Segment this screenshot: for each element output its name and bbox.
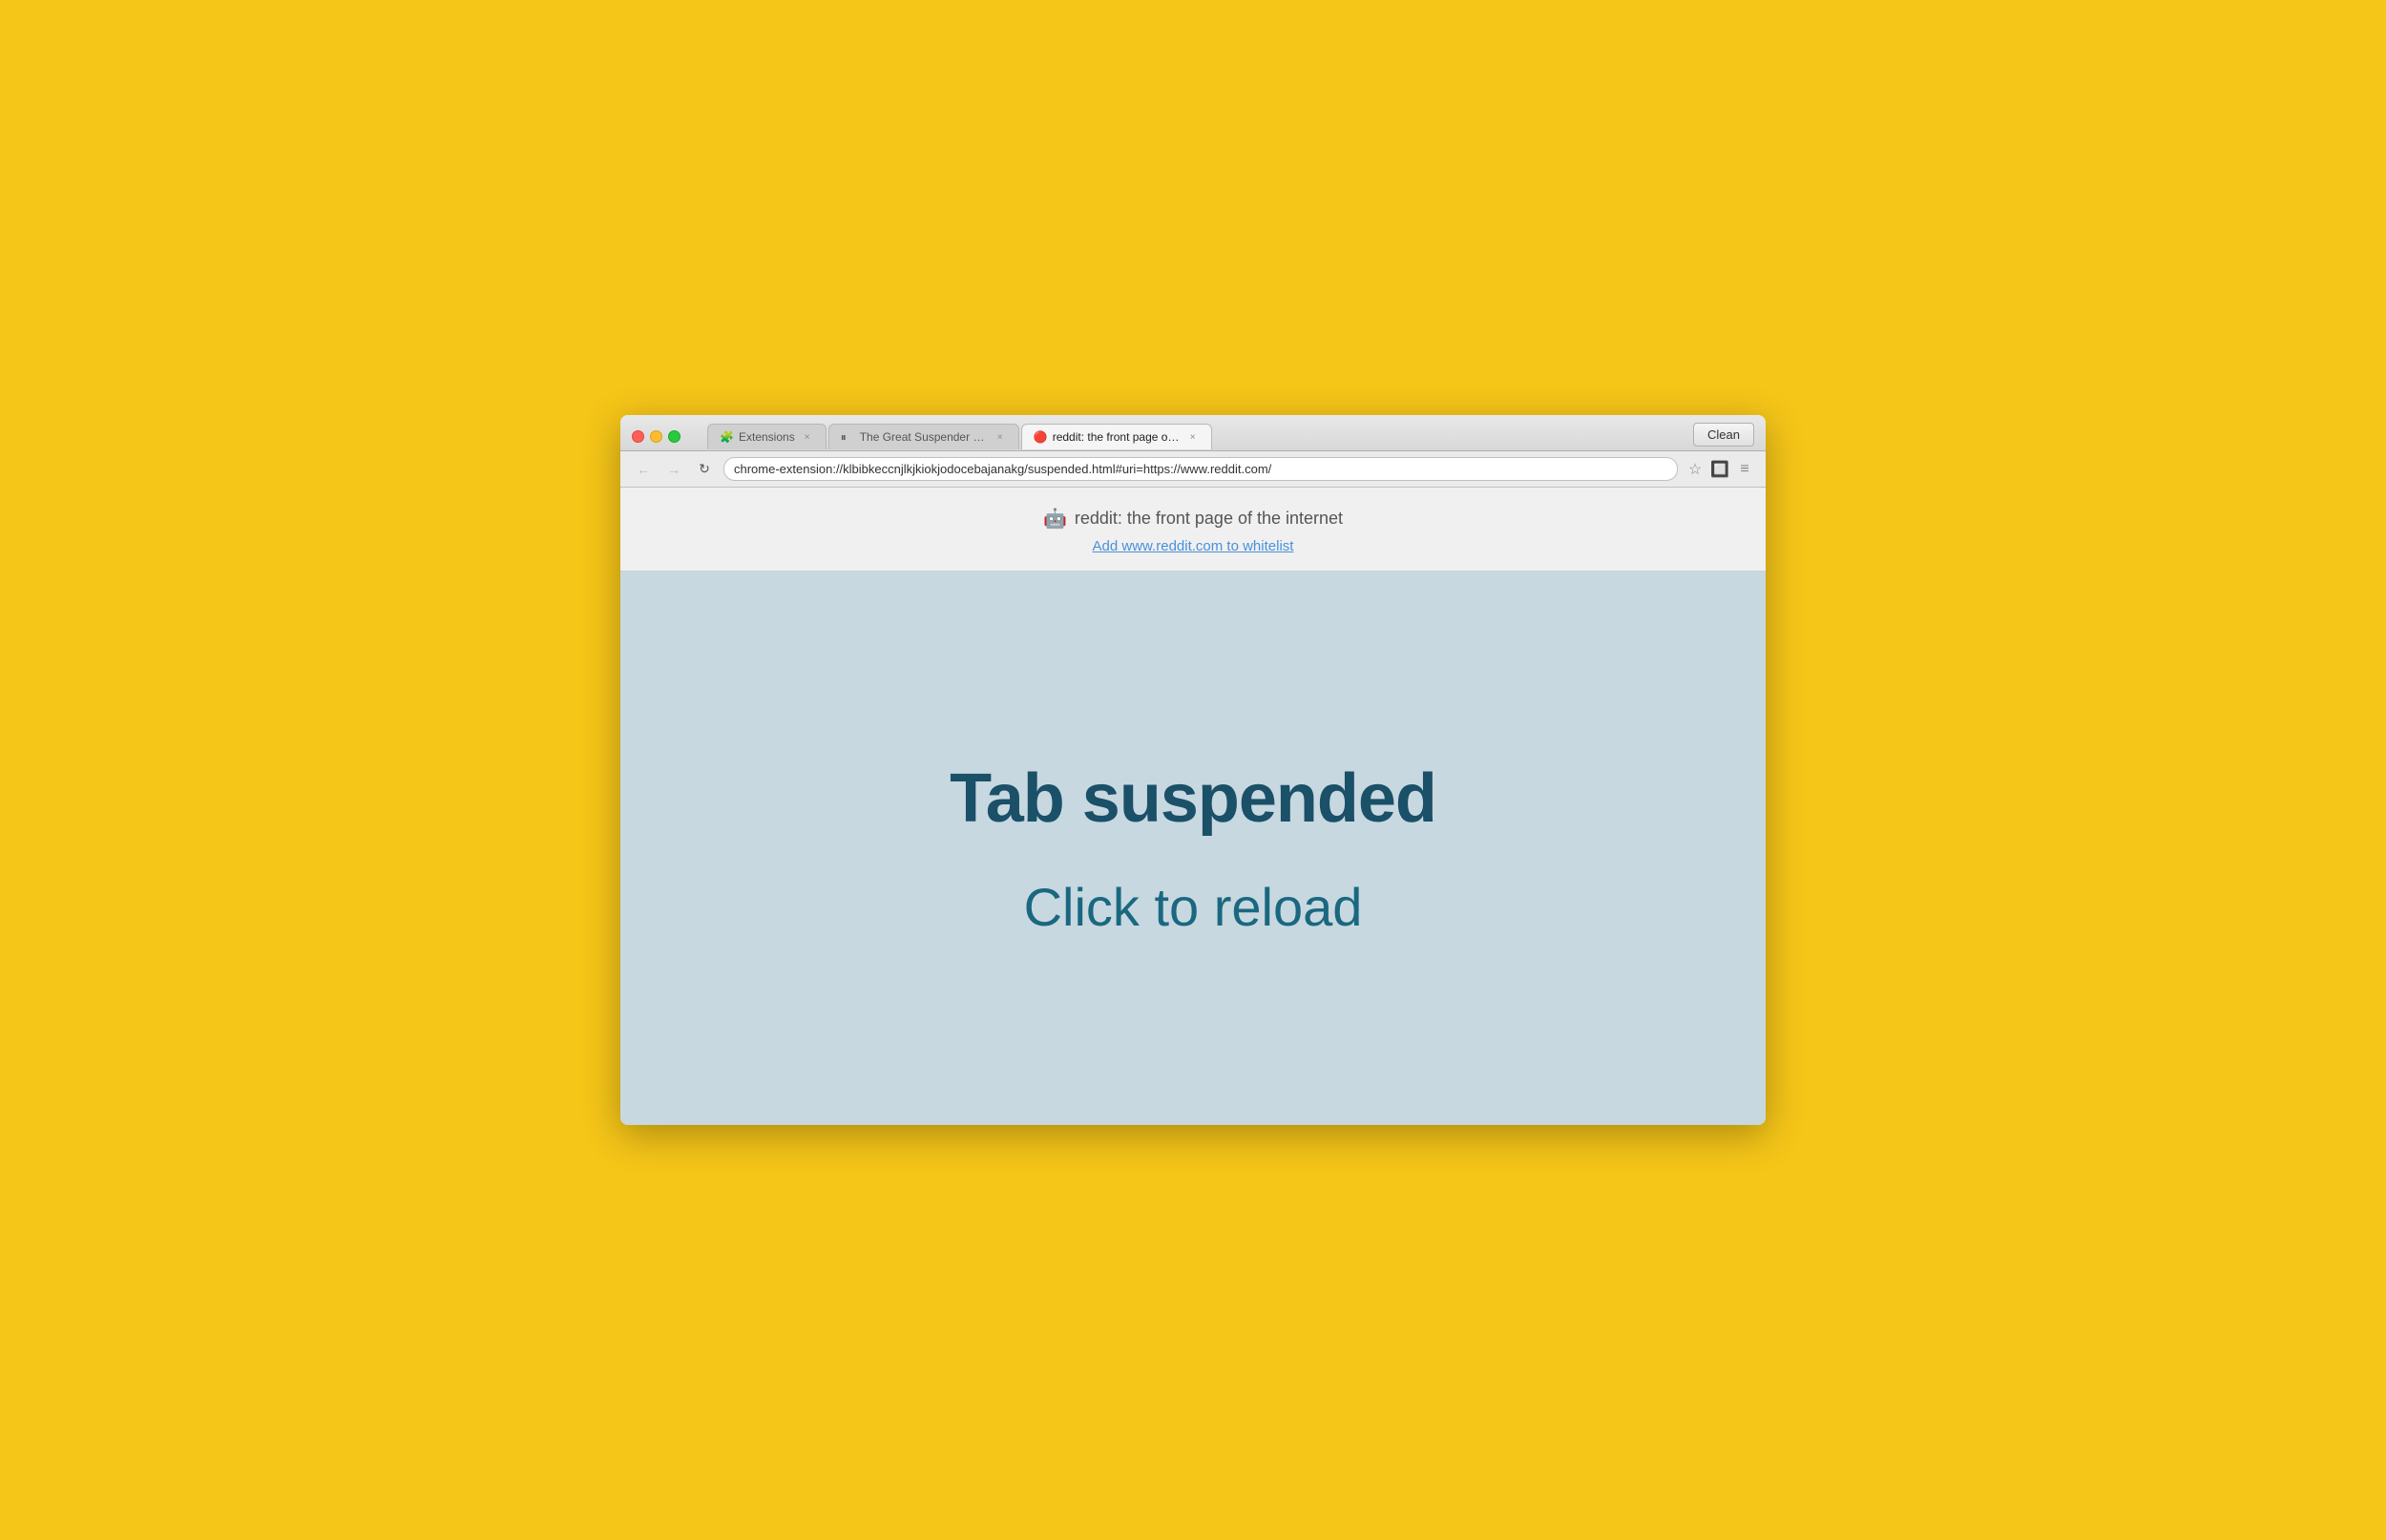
tabs-container: 🧩 Extensions × ⏸ The Great Suspender - C… (696, 424, 1685, 449)
whitelist-link[interactable]: Add www.reddit.com to whitelist (1093, 538, 1294, 554)
address-actions: ☆ 🔲 ≡ (1685, 460, 1754, 479)
minimize-button[interactable] (650, 430, 662, 443)
tab-extensions[interactable]: 🧩 Extensions × (707, 424, 827, 449)
suspended-title: Tab suspended (950, 760, 1436, 838)
reddit-logo-icon: 🤖 (1043, 507, 1067, 531)
page-header: 🤖 reddit: the front page of the internet… (620, 488, 1766, 572)
extension-icon[interactable]: 🔲 (1710, 460, 1729, 479)
reload-button[interactable]: ↻ (693, 458, 716, 481)
page-header-title: 🤖 reddit: the front page of the internet (620, 507, 1766, 531)
close-button[interactable] (632, 430, 644, 443)
extensions-icon: 🧩 (720, 430, 733, 444)
tab-great-suspender-label: The Great Suspender - Ch… (860, 430, 988, 444)
address-input[interactable] (723, 457, 1678, 481)
menu-icon[interactable]: ≡ (1735, 460, 1754, 479)
page-content[interactable]: Tab suspended Click to reload (620, 572, 1766, 1125)
tab-extensions-label: Extensions (739, 430, 795, 444)
tab-reddit[interactable]: 🔴 reddit: the front page of the… × (1021, 424, 1212, 449)
tab-extensions-close[interactable]: × (801, 430, 814, 444)
reddit-tab-icon: 🔴 (1034, 430, 1047, 444)
address-bar: ← → ↻ ☆ 🔲 ≡ (620, 451, 1766, 488)
maximize-button[interactable] (668, 430, 680, 443)
browser-window: 🧩 Extensions × ⏸ The Great Suspender - C… (620, 415, 1766, 1125)
tab-reddit-close[interactable]: × (1186, 430, 1200, 444)
reload-text: Click to reload (1024, 876, 1363, 938)
star-icon[interactable]: ☆ (1685, 460, 1705, 479)
great-suspender-icon: ⏸ (841, 430, 854, 444)
tab-reddit-label: reddit: the front page of the… (1053, 430, 1181, 444)
site-title: reddit: the front page of the internet (1075, 509, 1343, 529)
tab-great-suspender-close[interactable]: × (994, 430, 1007, 444)
forward-button[interactable]: → (662, 458, 685, 481)
window-controls (632, 430, 680, 443)
title-bar: 🧩 Extensions × ⏸ The Great Suspender - C… (620, 415, 1766, 451)
tab-great-suspender[interactable]: ⏸ The Great Suspender - Ch… × (828, 424, 1019, 449)
clean-button[interactable]: Clean (1693, 423, 1754, 447)
back-button[interactable]: ← (632, 458, 655, 481)
